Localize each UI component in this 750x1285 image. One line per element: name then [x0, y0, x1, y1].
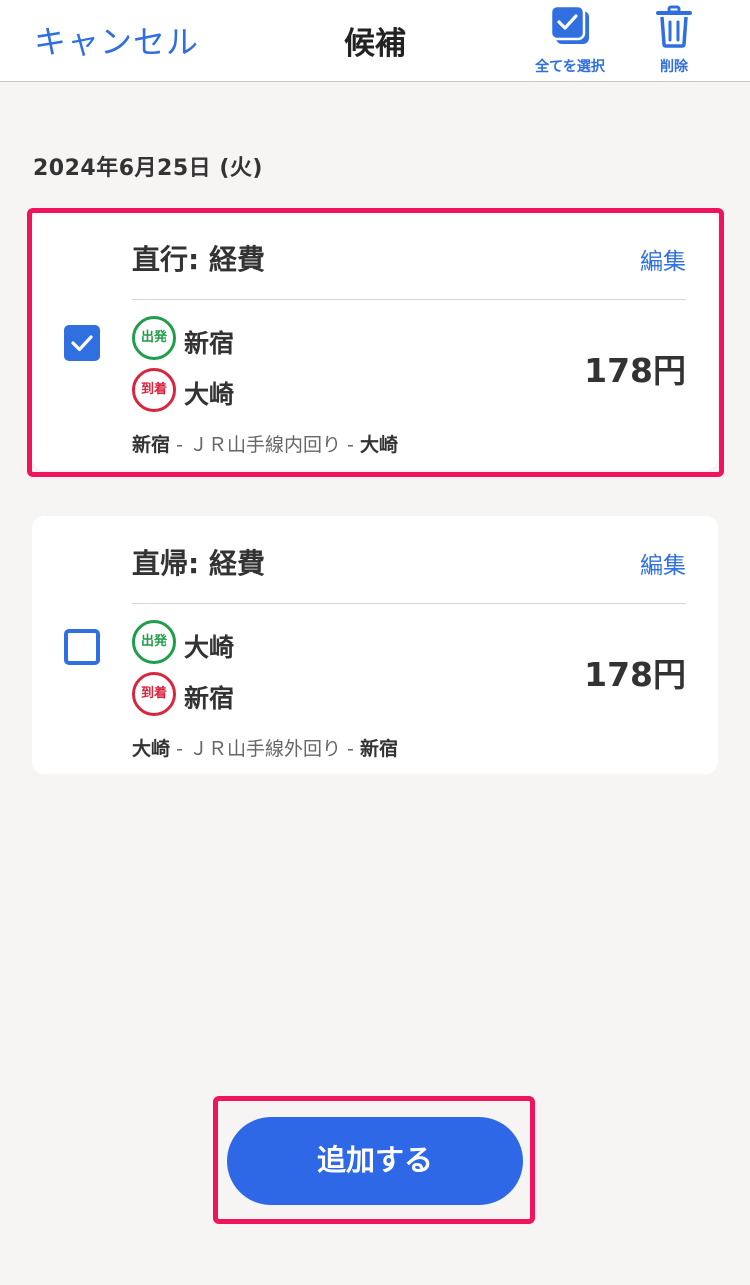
departure-station: 新宿 [184, 329, 235, 358]
add-button[interactable]: 追加する [227, 1117, 523, 1205]
route-summary: 大崎 - ＪＲ山手線外回り - 新宿 [132, 734, 398, 761]
departure-badge: 出発 [132, 316, 176, 360]
select-all-label: 全てを選択 [535, 59, 605, 75]
route-to: 新宿 [359, 738, 398, 760]
route-line: ＪＲ山手線外回り [188, 738, 341, 760]
fare-price: 178円 [584, 351, 686, 390]
arrival-badge: 到着 [132, 368, 176, 412]
route-summary: 新宿 - ＪＲ山手線内回り - 大崎 [132, 430, 398, 457]
candidate-title: 直帰: 経費 [132, 547, 265, 580]
candidate-card[interactable]: 直行: 経費 編集 出発 新宿 到着 大崎 178円 新宿 - ＪＲ山手線内回り… [32, 212, 718, 470]
candidate-checkbox-unchecked[interactable] [64, 629, 100, 665]
delete-label: 削除 [660, 59, 688, 75]
select-all-icon [547, 4, 593, 52]
divider [132, 299, 686, 300]
delete-button[interactable]: 削除 [648, 4, 700, 76]
route-from: 大崎 [132, 738, 171, 760]
edit-link[interactable]: 編集 [640, 546, 686, 580]
arrival-station: 大崎 [184, 380, 235, 409]
route-separator: - [176, 434, 189, 456]
date-heading: 2024年6月25日 (火) [33, 156, 263, 181]
top-navigation-bar: キャンセル 候補 全てを選択 削除 [0, 0, 750, 82]
divider [132, 603, 686, 604]
route-separator: - [347, 738, 360, 760]
checkmark-icon [71, 335, 93, 352]
route-to: 大崎 [359, 434, 398, 456]
route-separator: - [176, 738, 189, 760]
candidate-checkbox-checked[interactable] [64, 325, 100, 361]
edit-link[interactable]: 編集 [640, 242, 686, 276]
route-from: 新宿 [132, 434, 171, 456]
departure-badge: 出発 [132, 620, 176, 664]
route-separator: - [347, 434, 360, 456]
page-title: 候補 [344, 26, 406, 62]
select-all-button[interactable]: 全てを選択 [530, 4, 610, 76]
arrival-badge: 到着 [132, 672, 176, 716]
candidate-card[interactable]: 直帰: 経費 編集 出発 大崎 到着 新宿 178円 大崎 - ＪＲ山手線外回り… [32, 516, 718, 774]
departure-station: 大崎 [184, 633, 235, 662]
arrival-station: 新宿 [184, 684, 235, 713]
candidate-title: 直行: 経費 [132, 243, 265, 276]
trash-icon [654, 5, 694, 52]
fare-price: 178円 [584, 655, 686, 694]
route-line: ＪＲ山手線内回り [188, 434, 341, 456]
